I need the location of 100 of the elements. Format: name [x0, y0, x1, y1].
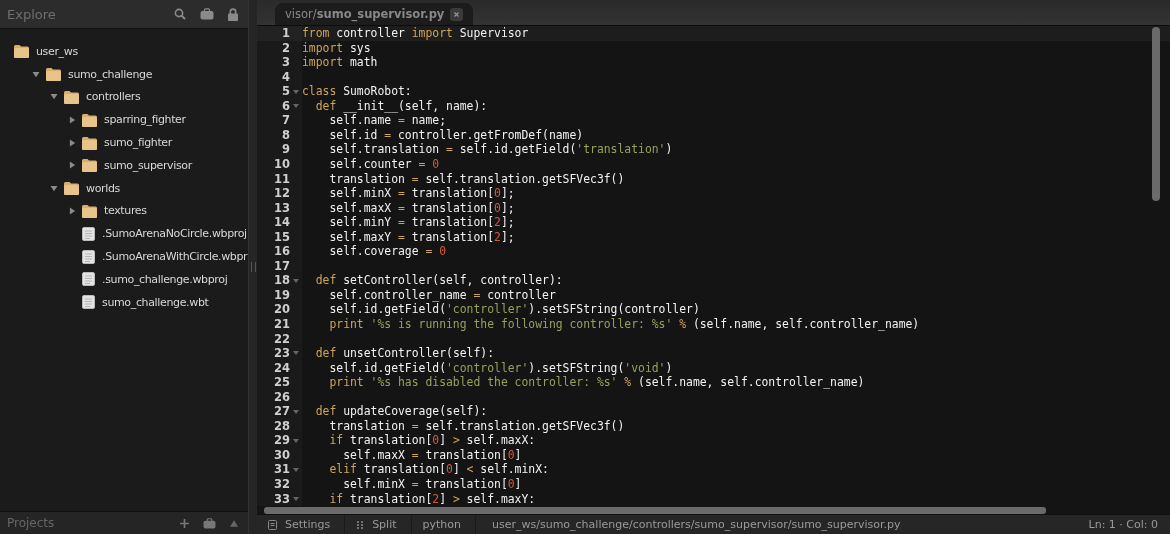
line-number: 16 [274, 244, 290, 259]
expanded-arrow-icon[interactable] [50, 184, 58, 192]
triangle-icon[interactable] [230, 519, 238, 527]
scrollbar-thumb[interactable] [1152, 27, 1160, 202]
line-number: 26 [274, 389, 290, 405]
fold-arrow-icon[interactable] [293, 104, 299, 109]
folder-icon [64, 90, 79, 104]
code-line: self.id = controller.getFromDef(name) [328, 127, 584, 142]
line-number: 15 [274, 229, 290, 245]
briefcase-icon[interactable] [203, 517, 216, 529]
line-number: 11 [274, 171, 290, 187]
code-line: import sys [302, 40, 371, 55]
fold-arrow-icon[interactable] [293, 496, 299, 501]
code-line: translation = self.translation.getSFVec3f() [328, 171, 625, 186]
file-icon [82, 249, 95, 264]
line-number: 1 [282, 26, 290, 41]
lock-icon[interactable] [228, 7, 238, 21]
line-number: 30 [274, 447, 290, 463]
briefcase-icon[interactable] [200, 8, 214, 20]
collapsed-arrow-icon[interactable] [68, 115, 76, 124]
line-number: 9 [282, 142, 290, 157]
code-line: def unsetController(self): [314, 346, 495, 361]
folder-icon [14, 44, 29, 59]
line-number: 8 [282, 127, 290, 143]
line-number: 4 [282, 69, 290, 85]
code-line: def updateCoverage(self): [314, 404, 488, 419]
search-icon[interactable] [174, 8, 186, 20]
line-number: 17 [274, 258, 290, 274]
code-line: print '%s has disabled the controller: %s' % (self.name, self.controller_name) [328, 375, 865, 390]
code-line: if translation[2] > self.maxY: [328, 491, 536, 506]
line-number: 28 [274, 418, 290, 434]
file-path: user_ws/sumo_challenge/controllers/sumo_supervisor/sumo_supervisor.py [491, 518, 901, 532]
close-icon[interactable] [450, 7, 464, 21]
tree-item[interactable]: .sumo_challenge.wbproj [0, 267, 248, 291]
file-icon [82, 272, 95, 287]
fold-arrow-icon[interactable] [293, 467, 299, 472]
settings-button[interactable]: Settings [257, 515, 346, 534]
code-line: from controller import Supervisor [302, 26, 529, 41]
code-line: translation = self.translation.getSFVec3f() [328, 418, 625, 433]
tree-item[interactable]: user_ws [0, 40, 248, 63]
settings-icon [268, 519, 277, 530]
scrollbar-thumb[interactable] [264, 506, 1046, 514]
line-number: 10 [274, 156, 290, 172]
line-number: 24 [274, 360, 290, 376]
splitter-handle[interactable] [248, 0, 257, 534]
code-line: self.name = name; [328, 113, 447, 128]
fold-arrow-icon[interactable] [293, 89, 299, 94]
code-line: def setController(self, controller): [314, 273, 563, 288]
line-number: 18 [274, 273, 290, 288]
line-number: 14 [274, 215, 290, 230]
tree-item[interactable]: sumo_challenge.wbt [0, 290, 248, 314]
fold-arrow-icon[interactable] [293, 278, 299, 283]
code-line: self.translation = self.id.getField('translation') [328, 142, 673, 157]
folder-icon [82, 158, 97, 173]
code-line: elif translation[0] < self.minX: [328, 462, 549, 477]
file-icon [82, 295, 95, 310]
code-line: self.controller_name = controller [328, 287, 556, 302]
cursor-position: Ln: 1 · Col: 0 [1088, 518, 1159, 532]
folder-icon [46, 67, 61, 82]
editor-tab[interactable]: visor/sumo_supervisor.py [275, 3, 474, 26]
line-number: 23 [274, 346, 290, 361]
line-number: 27 [274, 404, 290, 419]
code-line: class SumoRobot: [302, 84, 412, 99]
fold-arrow-icon[interactable] [293, 438, 299, 443]
folder-icon [82, 203, 97, 218]
expanded-arrow-icon[interactable] [50, 93, 58, 101]
code-line: import math [302, 55, 378, 70]
tree-item[interactable]: sumo_supervisor [0, 154, 248, 177]
plus-icon[interactable] [180, 518, 189, 528]
tree-item[interactable]: worlds [0, 176, 248, 200]
line-number: 6 [282, 98, 290, 114]
line-number: 12 [274, 186, 290, 201]
tree-item[interactable]: controllers [0, 85, 248, 109]
code-line: if translation[0] > self.maxX: [328, 433, 536, 448]
tree-item[interactable]: .SumoArenaNoCircle.wbproj [0, 222, 248, 246]
tree-item[interactable]: textures [0, 199, 248, 223]
panel-title: Explore [7, 6, 56, 22]
fold-arrow-icon[interactable] [293, 351, 299, 356]
tree-item[interactable]: sumo_challenge [0, 62, 248, 86]
split-button[interactable]: Split [345, 515, 412, 534]
line-number: 32 [274, 477, 290, 492]
panel-title: Projects [7, 516, 55, 530]
tree-item[interactable]: sumo_fighter [0, 131, 248, 154]
folder-icon [64, 181, 79, 196]
line-number: 31 [274, 462, 290, 477]
expanded-arrow-icon[interactable] [32, 70, 40, 78]
line-number: 3 [282, 55, 290, 70]
tree-item[interactable]: sparring_fighter [0, 108, 248, 132]
code-line: self.id.getField('controller').setSFString(controller) [328, 302, 700, 317]
collapsed-arrow-icon[interactable] [68, 161, 76, 170]
collapsed-arrow-icon[interactable] [68, 138, 76, 147]
line-number: 2 [282, 40, 290, 56]
line-number: 22 [274, 331, 290, 347]
collapsed-arrow-icon[interactable] [68, 206, 76, 215]
folder-icon [82, 135, 97, 150]
fold-arrow-icon[interactable] [293, 409, 299, 414]
line-number: 33 [274, 491, 290, 507]
code-line: print '%s is running the following controller: %s' % (self.name, self.controller_name) [328, 317, 920, 331]
tree-item[interactable]: .SumoArenaWithCircle.wbpr [0, 245, 248, 268]
language-selector[interactable]: python [411, 515, 476, 534]
